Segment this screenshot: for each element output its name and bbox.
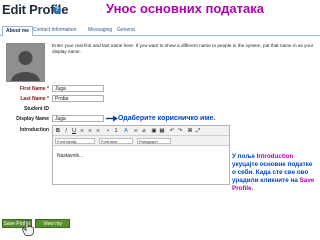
tab-contact-information[interactable]: Contact information [33, 26, 76, 35]
bullet-list-icon[interactable]: • [105, 128, 111, 134]
introduction-label: Introduction [19, 127, 49, 133]
underline-icon[interactable]: U [71, 128, 77, 134]
redo-icon[interactable]: ↷ [177, 128, 183, 134]
introduction-editor[interactable]: B I U ≡ ≡ ≡ • 1 A ∞ ⌀ ▣ ▦ ↶ ↷ ⌘ ⤢ Font f… [52, 125, 230, 185]
display-name-field[interactable]: Juga [52, 115, 104, 122]
image-icon[interactable]: ▣ [151, 128, 157, 134]
font-family-select[interactable]: Font family [55, 138, 95, 144]
help-icon[interactable]: ? [53, 6, 61, 14]
undo-icon[interactable]: ↶ [169, 128, 175, 134]
html-icon[interactable]: ⌘ [187, 128, 193, 134]
first-name-label: First Name * [19, 86, 49, 92]
align-left-icon[interactable]: ≡ [79, 128, 85, 134]
tab-general[interactable]: General [117, 26, 135, 35]
user-silhouette-icon [7, 44, 44, 81]
tab-about-me[interactable]: About me [2, 26, 34, 36]
introduction-instruction: У пољe Introduction укуцајте основне под… [232, 153, 316, 193]
intro-text: Enter your real first and last name here… [52, 43, 314, 54]
font-size-select[interactable]: Font size [99, 138, 133, 144]
unlink-icon[interactable]: ⌀ [141, 128, 147, 134]
table-icon[interactable]: ▦ [159, 128, 165, 134]
first-name-field[interactable]: Juga [52, 85, 104, 92]
view-profile-button[interactable]: View my profile [35, 219, 70, 236]
display-name-label: Display Name [16, 116, 49, 122]
tab-messaging[interactable]: Messaging [88, 26, 112, 35]
bold-icon[interactable]: B [55, 128, 61, 134]
editor-content[interactable]: Nastavnik... [57, 153, 83, 159]
fullscreen-icon[interactable]: ⤢ [195, 128, 201, 134]
text-color-icon[interactable]: A [123, 128, 129, 134]
side-note-prefix: У пољe [232, 153, 257, 160]
side-note-introduction: Introduction [256, 153, 294, 160]
editor-toolbar-2: Font family Font size Paragraph [53, 136, 229, 146]
hand-cursor-icon [22, 220, 34, 236]
numbered-list-icon[interactable]: 1 [113, 128, 119, 134]
align-right-icon[interactable]: ≡ [95, 128, 101, 134]
last-name-field[interactable]: Proba [52, 95, 104, 102]
align-center-icon[interactable]: ≡ [87, 128, 93, 134]
avatar [6, 43, 45, 82]
editor-toolbar-1: B I U ≡ ≡ ≡ • 1 A ∞ ⌀ ▣ ▦ ↶ ↷ ⌘ ⤢ [53, 126, 229, 136]
arrow-icon [106, 115, 118, 122]
display-name-hint: Одаберите корисничко име. [118, 115, 216, 122]
format-select[interactable]: Paragraph [137, 138, 171, 144]
link-icon[interactable]: ∞ [133, 128, 139, 134]
slide-banner: Унос основних података [106, 1, 264, 16]
last-name-label: Last Name * [20, 96, 49, 102]
student-id-label: Student ID [24, 106, 49, 112]
italic-icon[interactable]: I [63, 128, 69, 134]
side-note-end: . [251, 185, 254, 192]
